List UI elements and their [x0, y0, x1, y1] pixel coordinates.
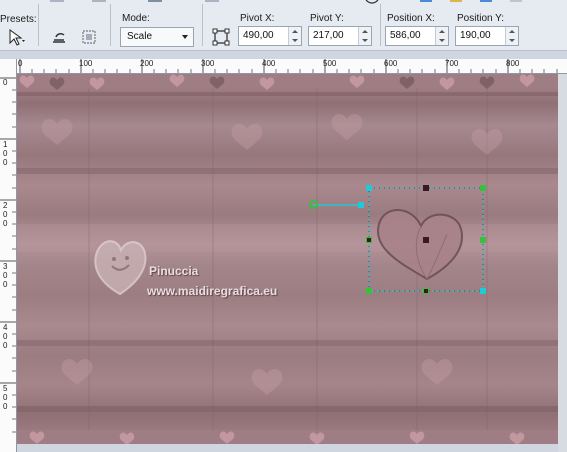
rotation-handle-anchor[interactable] — [358, 202, 364, 208]
pivot-x-label: Pivot X: — [240, 13, 275, 24]
watermark-heart-logo — [94, 240, 147, 296]
fit-rectangle-icon — [82, 30, 96, 44]
pivot-center-icon — [212, 28, 230, 46]
pointer-arrow-icon — [9, 29, 25, 46]
ruler-tick-label: 800 — [506, 59, 520, 68]
pivot-x-spinner[interactable] — [288, 27, 301, 45]
watermark-name: Pinuccia — [149, 264, 199, 278]
chevron-down-icon — [182, 35, 188, 39]
edge-handle-right[interactable] — [480, 237, 486, 243]
pivot-y-label: Pivot Y: — [310, 13, 344, 24]
presets-label: Presets: — [0, 14, 37, 25]
ruler-tick-label: 0 — [3, 78, 8, 87]
position-y-spinner[interactable] — [505, 27, 518, 45]
position-x-field[interactable]: 586,00 — [385, 26, 449, 46]
pivot-y-field[interactable]: 217,00 — [308, 26, 372, 46]
mode-select[interactable]: Scale — [120, 27, 194, 47]
position-y-field[interactable]: 190,00 — [455, 26, 519, 46]
horizontal-ruler: 0 100 200 300 400 500 600 700 800 — [16, 59, 567, 74]
corner-handle-bottom-right[interactable] — [480, 288, 486, 294]
position-x-label: Position X: — [387, 13, 435, 24]
ruler-tick-label: 700 — [445, 59, 459, 68]
ruler-tick-label: 1 0 0 — [3, 140, 8, 167]
corner-handle-bottom-left[interactable] — [366, 288, 372, 294]
mode-select-value: Scale — [127, 31, 153, 42]
position-y-label: Position Y: — [457, 13, 505, 24]
ruler-tick-label: 400 — [262, 59, 276, 68]
corner-handle-top-left[interactable] — [366, 185, 372, 191]
pivot-center-button[interactable] — [210, 26, 232, 48]
canvas-artwork — [17, 74, 558, 444]
ruler-tick-label: 600 — [384, 59, 398, 68]
tool-options-toolbar: Presets: Mode: Scale Pivot X: 490,00 Piv… — [0, 0, 567, 51]
mode-label: Mode: — [122, 13, 150, 24]
edge-handle-top[interactable] — [423, 185, 429, 191]
ruler-tick-label: 0 — [18, 59, 23, 68]
ruler-tick-label: 100 — [79, 59, 93, 68]
position-x-value: 586,00 — [390, 30, 421, 41]
ruler-tick-label: 3 0 0 — [3, 262, 8, 289]
fit-rectangle-button[interactable] — [78, 26, 100, 48]
pivot-x-field[interactable]: 490,00 — [238, 26, 302, 46]
pivot-x-value: 490,00 — [243, 30, 274, 41]
image-canvas[interactable]: Pinuccia www.maidiregrafica.eu — [17, 74, 558, 444]
ruler-tick-label: 300 — [201, 59, 215, 68]
reset-rectangle-button[interactable] — [48, 26, 70, 48]
edge-handle-bottom[interactable] — [423, 288, 429, 294]
ruler-tick-label: 200 — [140, 59, 154, 68]
watermark-site: www.maidiregrafica.eu — [147, 284, 278, 298]
position-y-value: 190,00 — [460, 30, 491, 41]
pivot-point[interactable] — [423, 237, 429, 243]
corner-handle-top-right[interactable] — [480, 185, 486, 191]
canvas-margin — [558, 74, 567, 452]
pivot-y-spinner[interactable] — [358, 27, 371, 45]
position-x-spinner[interactable] — [435, 27, 448, 45]
top-toolbar-icons — [50, 0, 522, 4]
presets-dropdown-button[interactable] — [6, 26, 28, 48]
embossed-heart — [376, 209, 464, 281]
rotation-handle[interactable] — [309, 200, 318, 209]
ruler-tick-label: 4 0 0 — [3, 323, 8, 350]
edge-handle-left[interactable] — [366, 237, 372, 243]
reset-icon — [53, 33, 65, 43]
ruler-tick-label: 5 0 0 — [3, 384, 8, 411]
ruler-tick-label: 2 0 0 — [3, 201, 8, 228]
vertical-ruler: 0 1 0 0 2 0 0 3 0 0 4 0 0 5 0 0 — [0, 59, 17, 452]
pivot-y-value: 217,00 — [313, 30, 344, 41]
ruler-tick-label: 500 — [323, 59, 337, 68]
